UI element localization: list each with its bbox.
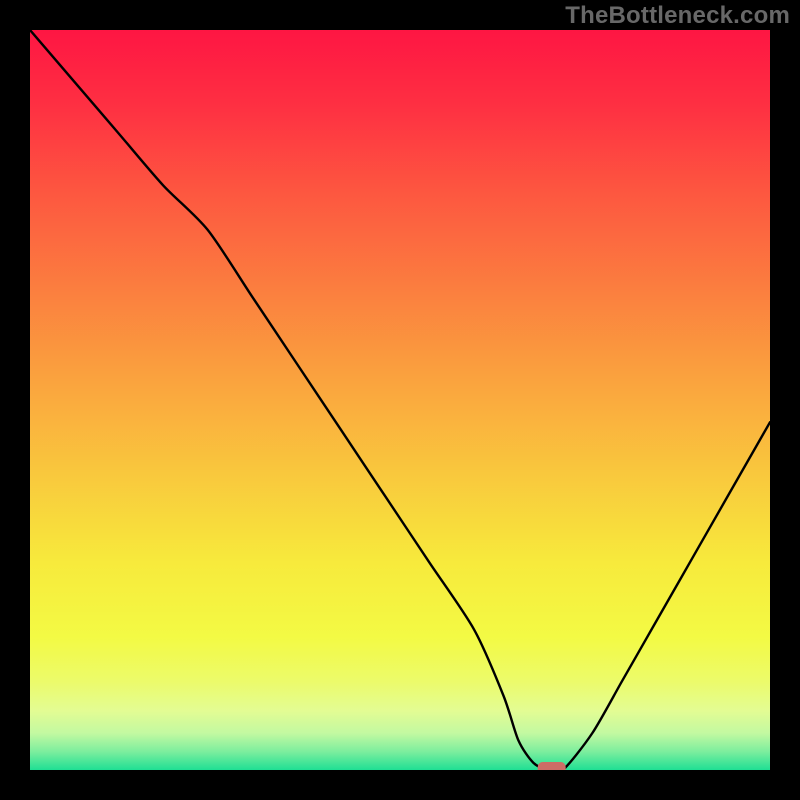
watermark-label: TheBottleneck.com (565, 2, 790, 30)
bottleneck-chart (30, 30, 770, 770)
plot-background (30, 30, 770, 770)
chart-frame: TheBottleneck.com (0, 0, 800, 800)
optimal-marker (538, 762, 566, 770)
